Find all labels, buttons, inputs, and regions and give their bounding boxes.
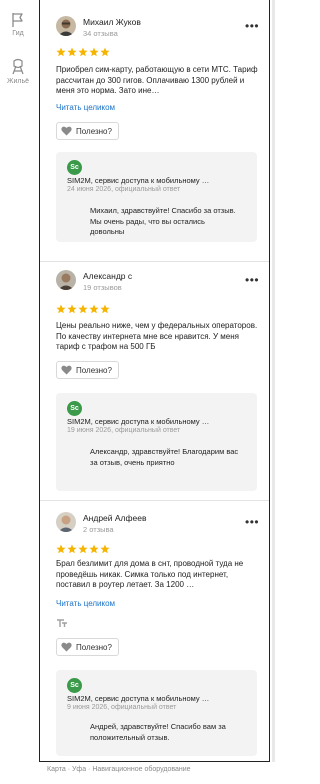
rail-label-guide: Гид <box>12 30 24 37</box>
reply-text: Андрей, здравствуйте! Спасибо вам за пол… <box>90 722 226 742</box>
star-icon <box>89 544 99 554</box>
star-icon <box>89 47 99 57</box>
star-icon <box>100 304 110 314</box>
star-icon <box>67 47 77 57</box>
rail-item-guide[interactable]: Гид <box>0 12 36 37</box>
review-author-count: 34 отзыва <box>83 29 118 38</box>
star-icon <box>78 304 88 314</box>
breadcrumb-separator: · <box>67 766 71 773</box>
review-text: Цены реально ниже, чем у федеральных опе… <box>56 321 258 352</box>
org-badge: Sc <box>67 401 82 416</box>
read-more-link[interactable]: Читать целиком <box>56 103 115 112</box>
star-icon <box>78 47 88 57</box>
rating-stars <box>56 304 110 314</box>
official-reply: Sc SIM2M, сервис доступа к мобильному … … <box>56 152 257 242</box>
scrollbar[interactable] <box>272 0 275 762</box>
heart-icon <box>61 126 72 136</box>
star-icon <box>67 544 77 554</box>
more-options-button[interactable]: ••• <box>245 274 259 286</box>
reply-org-name[interactable]: SIM2M, сервис доступа к мобильному … <box>67 694 252 703</box>
official-reply: Sc SIM2M, сервис доступа к мобильному … … <box>56 393 257 491</box>
review-author[interactable]: Андрей Алфеев <box>83 513 146 523</box>
rating-stars <box>56 544 110 554</box>
divider <box>40 500 269 501</box>
reply-text: Александр, здравствуйте! Благодарим вас … <box>90 447 239 467</box>
avatar[interactable] <box>56 512 76 532</box>
review-author-count: 2 отзыва <box>83 525 114 534</box>
avatar[interactable] <box>56 270 76 290</box>
breadcrumb-category[interactable]: Навигационное оборудование <box>92 766 190 773</box>
useful-button[interactable]: Полезно? <box>56 361 119 379</box>
breadcrumb-city[interactable]: Уфа <box>72 766 86 773</box>
useful-label: Полезно? <box>76 642 112 652</box>
star-icon <box>56 47 66 57</box>
review-text: Приобрел сим-карту, работающую в сети МТ… <box>56 65 258 96</box>
star-icon <box>100 47 110 57</box>
org-badge: Sc <box>67 678 82 693</box>
reply-org-name[interactable]: SIM2M, сервис доступа к мобильному … <box>67 417 252 426</box>
breadcrumb-separator: · <box>88 766 91 773</box>
useful-label: Полезно? <box>76 126 112 136</box>
star-icon <box>100 544 110 554</box>
divider <box>40 261 269 262</box>
heart-icon <box>61 365 72 375</box>
translate-icon[interactable] <box>56 618 68 628</box>
reviews-panel: Михаил Жуков 34 отзыва ••• Приобрел сим-… <box>39 0 270 762</box>
star-icon <box>67 304 77 314</box>
reply-date: 24 июня 2026, официальный ответ <box>67 186 181 193</box>
star-icon <box>56 544 66 554</box>
star-icon <box>89 304 99 314</box>
useful-label: Полезно? <box>76 365 112 375</box>
flag-icon <box>12 13 23 27</box>
left-rail: Гид Жильё <box>0 0 36 784</box>
org-badge: Sc <box>67 160 82 175</box>
avatar[interactable] <box>56 16 76 36</box>
rail-item-housing[interactable]: Жильё <box>0 58 36 85</box>
reply-org-name[interactable]: SIM2M, сервис доступа к мобильному … <box>67 176 252 185</box>
review-author[interactable]: Александр с <box>83 271 132 281</box>
more-options-button[interactable]: ••• <box>245 516 259 528</box>
reply-date: 19 июня 2026, официальный ответ <box>67 427 181 434</box>
heart-icon <box>61 642 72 652</box>
review-author-count: 19 отзывов <box>83 283 122 292</box>
star-icon <box>78 544 88 554</box>
review-author[interactable]: Михаил Жуков <box>83 17 141 27</box>
reply-date: 9 июня 2026, официальный ответ <box>67 704 177 711</box>
useful-button[interactable]: Полезно? <box>56 122 119 140</box>
star-icon <box>56 304 66 314</box>
housing-icon <box>12 58 24 75</box>
rating-stars <box>56 47 110 57</box>
read-more-link[interactable]: Читать целиком <box>56 599 115 608</box>
review-text: Брал безлимит для дома в снт, проводной … <box>56 559 244 590</box>
more-options-button[interactable]: ••• <box>245 20 259 32</box>
breadcrumb-map[interactable]: Карта <box>47 766 66 773</box>
official-reply: Sc SIM2M, сервис доступа к мобильному … … <box>56 670 257 756</box>
breadcrumb: Карта · Уфа · Навигационное оборудование <box>47 766 191 773</box>
rail-label-housing: Жильё <box>7 78 29 85</box>
useful-button[interactable]: Полезно? <box>56 638 119 656</box>
reply-text: Михаил, здравствуйте! Спасибо за отзыв. … <box>90 206 236 237</box>
